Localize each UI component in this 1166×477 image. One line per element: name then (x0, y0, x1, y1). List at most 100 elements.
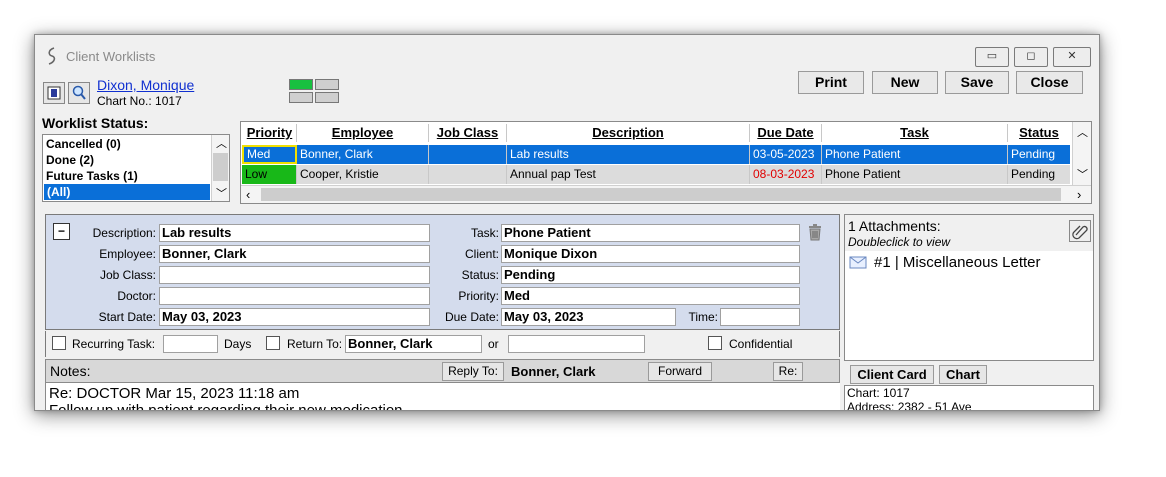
envelope-icon (849, 256, 867, 269)
notes-label: Notes: (50, 363, 91, 379)
client-worklists-window: Client Worklists ▭ ◻ ✕ Dixon, Monique Ch… (34, 34, 1100, 411)
client-card-info: Chart: 1017 Address: 2382 - 51 Ave (844, 385, 1094, 410)
notes-toolbar: Notes: Reply To: Bonner, Clark Forward R… (45, 359, 840, 383)
card-icon (47, 86, 61, 100)
due-date-label: Due Date: (444, 310, 499, 324)
new-button[interactable]: New (872, 71, 938, 94)
column-header-priority[interactable]: Priority (243, 124, 297, 142)
close-button[interactable]: Close (1016, 71, 1083, 94)
scroll-left-icon[interactable]: ‹ (246, 187, 250, 202)
employee-field[interactable]: Bonner, Clark (159, 245, 430, 263)
column-header-employee[interactable]: Employee (297, 124, 429, 142)
worklist-status-heading: Worklist Status: (42, 115, 149, 131)
status-item-all[interactable]: (All) (44, 184, 210, 200)
return-to-checkbox[interactable] (266, 336, 280, 350)
status-item-cancelled[interactable]: Cancelled (0) (46, 136, 121, 152)
scroll-up-icon[interactable]: ︿ (216, 135, 227, 151)
trash-icon[interactable] (806, 222, 824, 242)
job-class-field[interactable] (159, 266, 430, 284)
doctor-label: Doctor: (117, 289, 156, 303)
layout-toggle-icon[interactable] (289, 79, 341, 103)
client-field[interactable]: Monique Dixon (501, 245, 800, 263)
worklist-status-list[interactable]: Cancelled (0) Done (2) Future Tasks (1) … (42, 134, 230, 202)
scroll-thumb[interactable] (261, 188, 1061, 201)
scroll-down-icon[interactable]: ﹀ (1077, 166, 1088, 182)
confidential-checkbox[interactable] (708, 336, 722, 350)
save-button[interactable]: Save (945, 71, 1009, 94)
window-title: Client Worklists (66, 49, 156, 64)
priority-cell: Low (242, 165, 297, 184)
description-cell: Lab results (507, 145, 750, 164)
close-window-button[interactable]: ✕ (1053, 47, 1091, 67)
table-row[interactable]: Low Cooper, Kristie Annual pap Test 08-0… (242, 165, 1070, 184)
task-cell: Phone Patient (822, 165, 1008, 184)
attachment-label: #1 | Miscellaneous Letter (874, 254, 1041, 271)
return-to-alt-field[interactable] (508, 335, 645, 353)
attachments-count: 1 Attachments: (848, 218, 941, 234)
table-row[interactable]: Med Bonner, Clark Lab results 03-05-2023… (242, 145, 1070, 164)
employee-label: Employee: (99, 247, 156, 261)
client-name-link[interactable]: Dixon, Monique (97, 77, 194, 93)
status-list-scrollbar[interactable]: ︿ ﹀ (211, 135, 229, 201)
due-date-cell: 08-03-2023 (750, 165, 822, 184)
employee-cell: Cooper, Kristie (297, 165, 429, 184)
maximize-button[interactable]: ◻ (1014, 47, 1048, 67)
close-icon: ✕ (1067, 50, 1077, 62)
column-header-due-date[interactable]: Due Date (750, 124, 822, 142)
job-class-cell (429, 165, 507, 184)
column-header-description[interactable]: Description (507, 124, 750, 142)
column-header-status[interactable]: Status (1008, 124, 1070, 142)
job-class-cell (429, 145, 507, 164)
return-to-field[interactable]: Bonner, Clark (345, 335, 482, 353)
attachments-hint: Doubleclick to view (848, 235, 951, 249)
scroll-thumb[interactable] (213, 153, 228, 181)
client-card-tab[interactable]: Client Card (850, 365, 934, 384)
priority-label: Priority: (458, 289, 499, 303)
or-label: or (488, 337, 499, 351)
status-field[interactable]: Pending (501, 266, 800, 284)
task-label: Task: (470, 226, 499, 240)
task-cell: Phone Patient (822, 145, 1008, 164)
column-header-job-class[interactable]: Job Class (429, 124, 507, 142)
recurring-task-checkbox[interactable] (52, 336, 66, 350)
re-button[interactable]: Re: (773, 362, 803, 381)
scroll-up-icon[interactable]: ︿ (1077, 124, 1088, 140)
reply-to-button[interactable]: Reply To: (442, 362, 504, 381)
task-field[interactable]: Phone Patient (501, 224, 800, 242)
description-field[interactable]: Lab results (159, 224, 430, 242)
description-label: Description: (92, 226, 156, 240)
task-detail-panel: − Description: Lab results Employee: Bon… (45, 214, 840, 330)
scroll-down-icon[interactable]: ﹀ (216, 185, 227, 201)
column-header-task[interactable]: Task (822, 124, 1008, 142)
start-date-field[interactable]: May 03, 2023 (159, 308, 430, 326)
reply-to-value: Bonner, Clark (511, 364, 596, 379)
notes-text-area[interactable]: Re: DOCTOR Mar 15, 2023 11:18 am Follow … (45, 383, 840, 411)
notes-line-1: Re: DOCTOR Mar 15, 2023 11:18 am (49, 385, 300, 402)
table-horizontal-scrollbar[interactable]: ‹ › (241, 185, 1091, 203)
search-client-button[interactable] (68, 82, 90, 104)
collapse-button[interactable]: − (53, 223, 70, 240)
scroll-right-icon[interactable]: › (1077, 187, 1081, 202)
status-item-future-tasks[interactable]: Future Tasks (1) (46, 168, 138, 184)
client-card-button[interactable] (43, 82, 65, 104)
forward-button[interactable]: Forward (648, 362, 712, 381)
recurring-days-field[interactable] (163, 335, 218, 353)
print-button[interactable]: Print (798, 71, 864, 94)
priority-cell: Med (242, 145, 297, 164)
due-date-field[interactable]: May 03, 2023 (501, 308, 676, 326)
priority-field[interactable]: Med (501, 287, 800, 305)
table-vertical-scrollbar[interactable]: ︿ ﹀ (1072, 122, 1091, 185)
time-label: Time: (688, 310, 718, 324)
minimize-button[interactable]: ▭ (975, 47, 1009, 67)
chart-line: Chart: 1017 (847, 386, 910, 400)
notes-line-2: Follow up with patient regarding their n… (49, 402, 403, 411)
time-field[interactable] (720, 308, 800, 326)
return-to-label: Return To: (287, 337, 343, 351)
worklist-table: Priority Employee Job Class Description … (240, 121, 1092, 204)
doctor-field[interactable] (159, 287, 430, 305)
due-date-cell: 03-05-2023 (750, 145, 822, 164)
status-item-done[interactable]: Done (2) (46, 152, 94, 168)
chart-tab[interactable]: Chart (939, 365, 987, 384)
chart-number: Chart No.: 1017 (97, 94, 182, 108)
add-attachment-button[interactable] (1069, 220, 1091, 242)
